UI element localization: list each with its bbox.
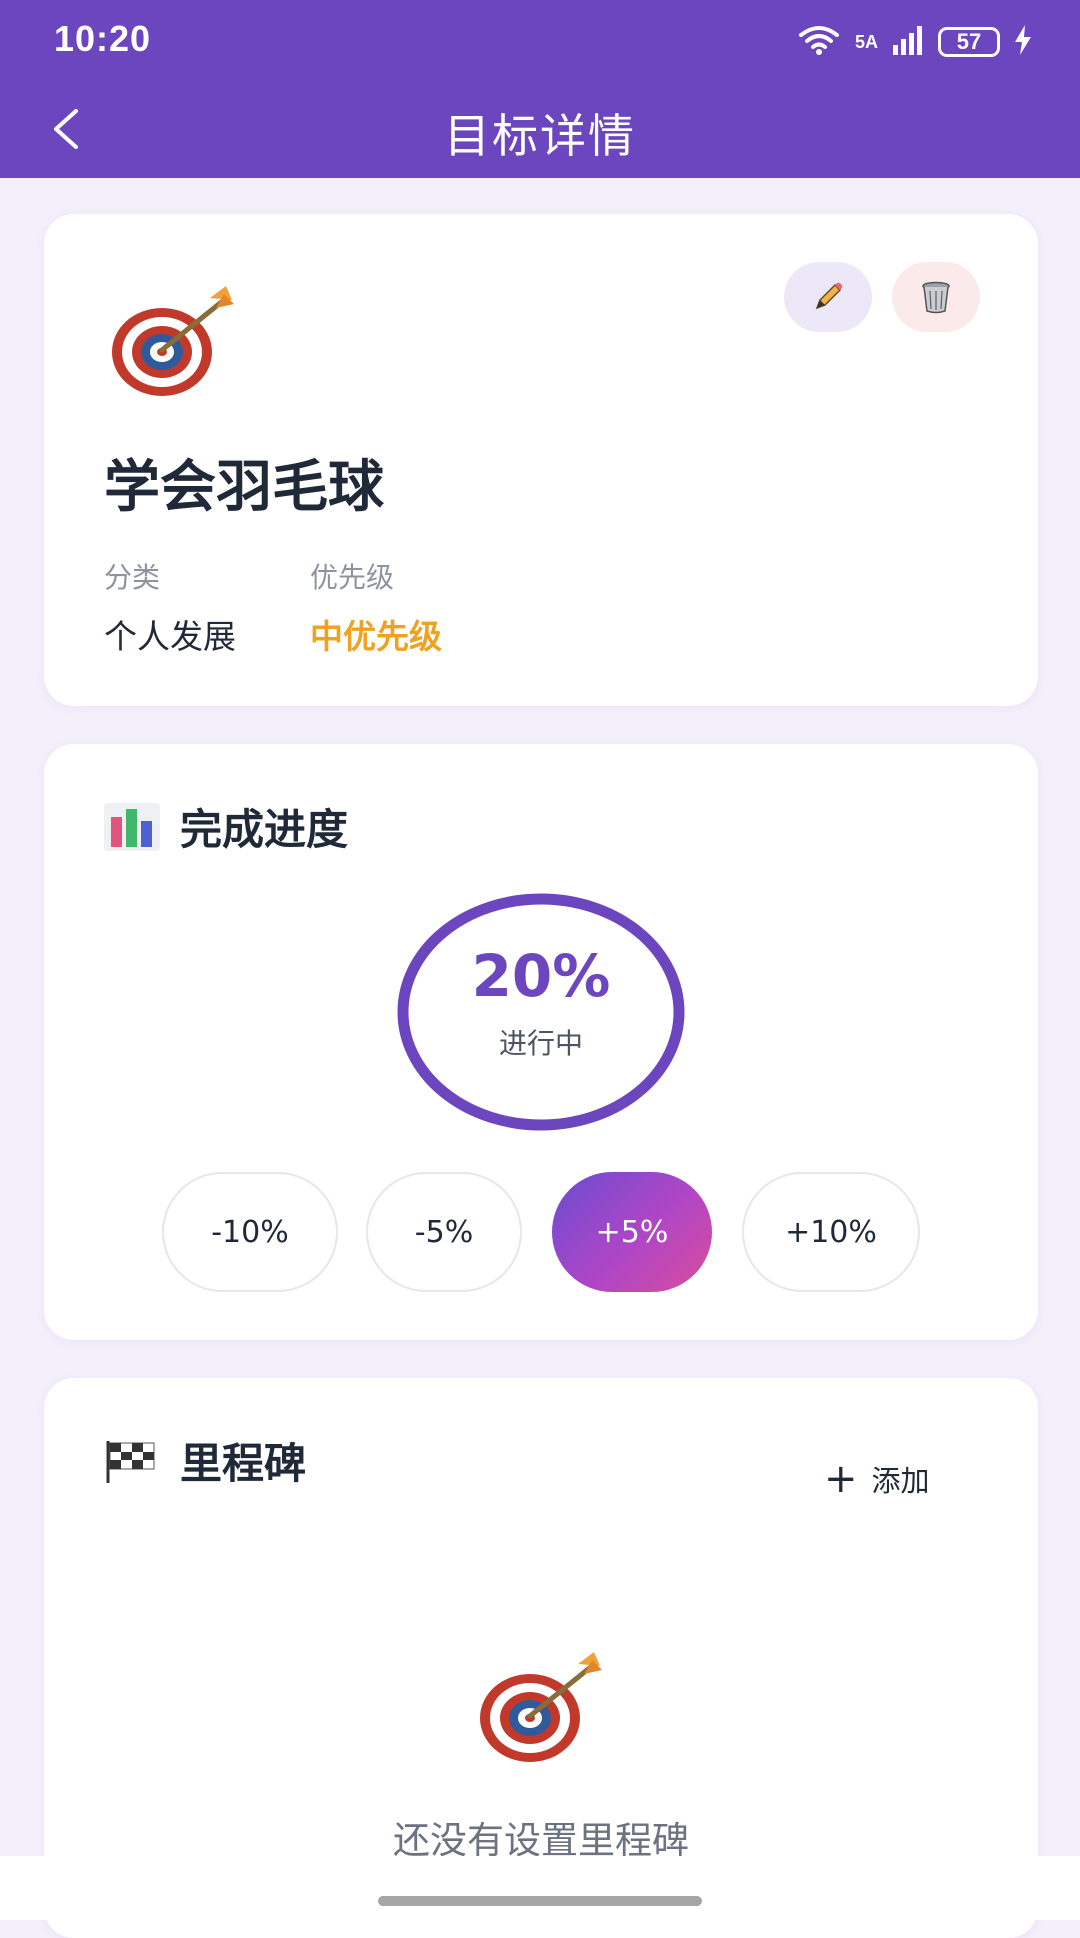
status-time: 10:20 xyxy=(54,18,152,59)
signal-icon xyxy=(892,25,924,59)
progress-status: 进行中 xyxy=(498,1027,583,1060)
add-milestone-label: 添加 xyxy=(871,1464,930,1498)
dart-target-icon xyxy=(106,282,246,402)
priority-label: 优先级 xyxy=(310,561,395,594)
status-bar: 10:20 5A 57 xyxy=(0,0,1080,80)
milestones-section-title: 里程碑 xyxy=(180,1439,307,1488)
progress-section-title: 完成进度 xyxy=(180,805,349,854)
milestones-section-header: 里程碑 xyxy=(104,1430,306,1491)
increase-5-button[interactable]: +5% xyxy=(552,1172,712,1292)
goal-title: 学会羽毛球 xyxy=(104,455,384,520)
decrease-5-button[interactable]: -5% xyxy=(366,1172,522,1292)
network-label: 5A xyxy=(854,31,878,52)
progress-percent: 20% xyxy=(471,942,611,1010)
bar-chart-icon xyxy=(104,802,160,851)
add-milestone-button[interactable]: + 添加 xyxy=(824,1458,930,1500)
battery-icon: 57 xyxy=(938,27,1000,57)
category-value: 个人发展 xyxy=(104,617,236,656)
progress-ring: 20% 进行中 xyxy=(396,892,686,1132)
pencil-icon xyxy=(815,282,843,310)
trash-icon xyxy=(922,281,950,314)
page-title: 目标详情 xyxy=(444,109,636,163)
home-indicator[interactable] xyxy=(378,1896,702,1906)
status-icons: 5A 57 xyxy=(797,22,1032,62)
increase-10-button[interactable]: +10% xyxy=(742,1172,920,1292)
milestones-card: 里程碑 + 添加 还没有设置里程碑 xyxy=(44,1378,1038,1938)
goal-info-card: 学会羽毛球 分类 个人发展 优先级 中优先级 xyxy=(44,214,1038,706)
decrease-10-button[interactable]: -10% xyxy=(162,1172,338,1292)
edit-button[interactable] xyxy=(784,262,872,332)
wifi-icon xyxy=(797,23,841,61)
plus-icon: + xyxy=(824,1456,858,1502)
charging-icon xyxy=(1014,25,1032,59)
delete-button[interactable] xyxy=(892,262,980,332)
priority-value: 中优先级 xyxy=(310,617,442,656)
category-label: 分类 xyxy=(104,561,161,594)
progress-section-header: 完成进度 xyxy=(104,796,348,857)
progress-card: 完成进度 20% 进行中 -10% -5% +5% +10% xyxy=(44,744,1038,1340)
checkered-flag-icon xyxy=(104,1437,160,1485)
battery-level: 57 xyxy=(956,29,982,54)
dart-target-icon xyxy=(474,1648,614,1768)
app-bar: 目标详情 xyxy=(0,80,1080,178)
system-nav-bar xyxy=(0,1856,1080,1920)
